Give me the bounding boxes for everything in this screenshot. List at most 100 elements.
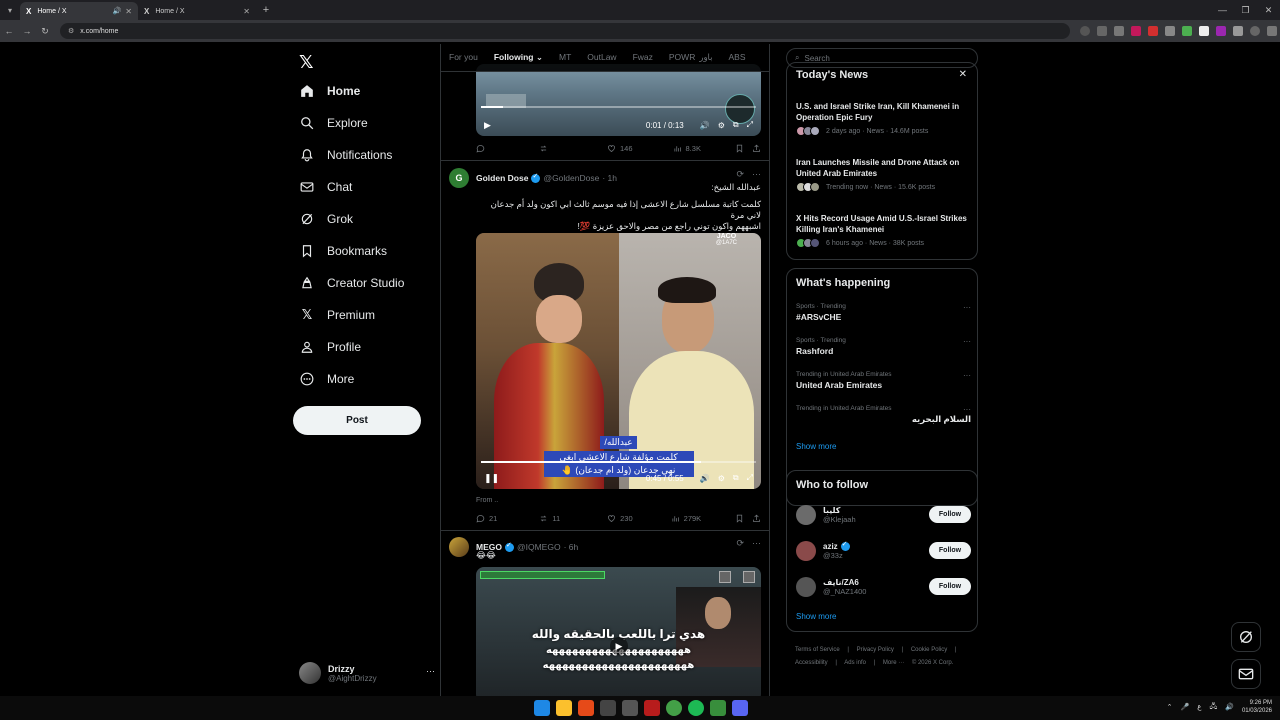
avatar[interactable] (449, 537, 469, 557)
site-info-icon[interactable]: ⚙ (68, 27, 74, 35)
footer-link[interactable]: Privacy Policy (857, 647, 894, 653)
tab-list-abs[interactable]: ABS (721, 52, 754, 63)
play-icon[interactable]: ▶ (484, 120, 491, 131)
extension-icon[interactable] (1216, 26, 1226, 36)
x-logo-icon[interactable]: 𝕏 (299, 52, 314, 73)
sidebar-item-notifications[interactable]: Notifications (299, 143, 392, 167)
settings-icon[interactable]: ⚙ (718, 474, 725, 483)
forward-icon[interactable]: → (18, 26, 36, 36)
trend-item[interactable]: Sports · Trending Rashford ··· (796, 337, 971, 356)
footer-link[interactable]: More ··· (883, 660, 904, 666)
share-button[interactable] (752, 144, 761, 153)
chrome-icon[interactable] (666, 700, 682, 716)
tab-close-icon[interactable]: ✕ (125, 7, 132, 16)
star-icon[interactable] (1114, 26, 1124, 36)
spotify-icon[interactable] (688, 700, 704, 716)
sidebar-item-creator-studio[interactable]: Creator Studio (299, 271, 404, 295)
grok-icon[interactable]: ⟳ (736, 169, 744, 180)
app-icon[interactable] (710, 700, 726, 716)
browser-tab[interactable]: X Home / X ✕ (138, 2, 256, 20)
follow-suggestion[interactable]: aziz @33z Follow (796, 539, 971, 563)
account-switcher[interactable]: Drizzy @AightDrizzy ··· (299, 658, 435, 688)
more-icon[interactable]: ··· (752, 169, 761, 180)
sidebar-item-profile[interactable]: Profile (299, 335, 361, 359)
follow-button[interactable]: Follow (929, 578, 971, 595)
tab-following[interactable]: Following ⌄ (486, 52, 551, 63)
follow-suggestion[interactable]: كليبا @Klejaah Follow (796, 503, 971, 527)
language-indicator[interactable]: ع (1197, 703, 1201, 711)
fullscreen-icon[interactable]: ⤢ (747, 120, 753, 130)
avatar[interactable] (796, 505, 816, 525)
post-button[interactable]: Post (293, 406, 421, 435)
extension-icon[interactable] (1148, 26, 1158, 36)
discord-icon[interactable] (732, 700, 748, 716)
news-item[interactable]: X Hits Record Usage Amid U.S.-Israel Str… (796, 213, 971, 248)
video-progress-bar[interactable] (481, 461, 756, 463)
sidebar-item-bookmarks[interactable]: Bookmarks (299, 239, 387, 263)
tab-list-mt[interactable]: MT (551, 52, 579, 63)
tab-list-powr[interactable]: POWR (661, 52, 697, 63)
avatar[interactable] (796, 577, 816, 597)
sidebar-item-more[interactable]: More (299, 367, 354, 391)
back-icon[interactable]: ← (0, 26, 18, 36)
pause-icon[interactable]: ❚❚ (484, 473, 499, 484)
follow-suggestion[interactable]: نايف/ZA6 @_NAZ1400 Follow (796, 575, 971, 599)
views-button[interactable]: 8.3K (673, 144, 701, 153)
tweet-video[interactable]: ▶ 0:01 / 0:13 🔊 ⚙ ⧉ ⤢ (476, 64, 761, 136)
footer-link[interactable]: Terms of Service (795, 647, 840, 653)
menu-icon[interactable] (1267, 26, 1277, 36)
grok-icon[interactable]: ⟳ (736, 538, 744, 549)
sidebar-item-grok[interactable]: Grok (299, 207, 353, 231)
volume-icon[interactable]: 🔊 (700, 121, 710, 130)
more-icon[interactable]: ··· (752, 538, 761, 549)
extension-icon[interactable] (1182, 26, 1192, 36)
profile-avatar-icon[interactable] (1250, 26, 1260, 36)
footer-link[interactable]: Ads info (844, 660, 866, 666)
volume-icon[interactable]: 🔊 (700, 474, 710, 483)
minimize-icon[interactable]: — (1211, 0, 1234, 20)
tab-search-icon[interactable]: ▾ (0, 0, 20, 20)
tweet-video[interactable]: هدي ترا باللعب بالحقيقه والله هههههههههه… (476, 567, 761, 696)
share-button[interactable] (752, 514, 761, 523)
start-icon[interactable] (534, 700, 550, 716)
extension-icon[interactable] (1165, 26, 1175, 36)
tweet-video[interactable]: JACO @1A7C عبدالله/ كلمت مؤلفة شارع الاع… (476, 233, 761, 489)
more-icon[interactable]: ··· (963, 337, 971, 346)
sidebar-item-premium[interactable]: 𝕏 Premium (299, 303, 375, 327)
settings-icon[interactable]: ⚙ (718, 121, 725, 130)
follow-button[interactable]: Follow (929, 506, 971, 523)
reload-icon[interactable]: ↻ (36, 26, 54, 37)
tab-close-icon[interactable]: ✕ (243, 7, 250, 16)
views-button[interactable]: 279K (671, 514, 701, 523)
mic-icon[interactable]: 🎤 (1181, 703, 1190, 711)
follow-button[interactable]: Follow (929, 542, 971, 559)
close-icon[interactable]: ✕ (959, 69, 967, 80)
pip-icon[interactable]: ⧉ (733, 120, 739, 130)
chevron-up-icon[interactable]: ⌃ (1167, 703, 1173, 711)
tab-for-you[interactable]: For you (441, 52, 486, 63)
footer-link[interactable]: Cookie Policy (911, 647, 947, 653)
show-more-link[interactable]: Show more (796, 612, 836, 621)
avatar[interactable]: G (449, 168, 469, 188)
news-item[interactable]: U.S. and Israel Strike Iran, Kill Khamen… (796, 101, 971, 136)
volume-icon[interactable]: 🔊 (1225, 703, 1234, 711)
app-icon[interactable] (622, 700, 638, 716)
play-icon[interactable]: ▶ (610, 637, 628, 655)
extension-icon[interactable] (1199, 26, 1209, 36)
network-icon[interactable]: 🖧 (1209, 702, 1217, 713)
clock[interactable]: 9:26 PM 01/03/2026 (1242, 699, 1272, 715)
browser-tab-active[interactable]: X Home / X 🔊 ✕ (20, 2, 138, 20)
tab-list-outlaw[interactable]: OutLaw (579, 52, 624, 63)
reply-button[interactable]: 21 (476, 514, 497, 523)
more-icon[interactable]: ··· (963, 405, 971, 414)
from-label[interactable]: From .. (476, 497, 498, 504)
audio-icon[interactable]: 🔊 (113, 7, 122, 15)
reply-button[interactable] (476, 144, 489, 153)
extension-icon[interactable] (1131, 26, 1141, 36)
news-item[interactable]: Iran Launches Missile and Drone Attack o… (796, 157, 971, 192)
maximize-icon[interactable]: ❐ (1234, 0, 1257, 20)
more-icon[interactable]: ··· (426, 666, 435, 676)
repost-button[interactable]: 11 (539, 514, 560, 523)
fullscreen-icon[interactable]: ⤢ (747, 473, 753, 483)
file-explorer-icon[interactable] (556, 700, 572, 716)
